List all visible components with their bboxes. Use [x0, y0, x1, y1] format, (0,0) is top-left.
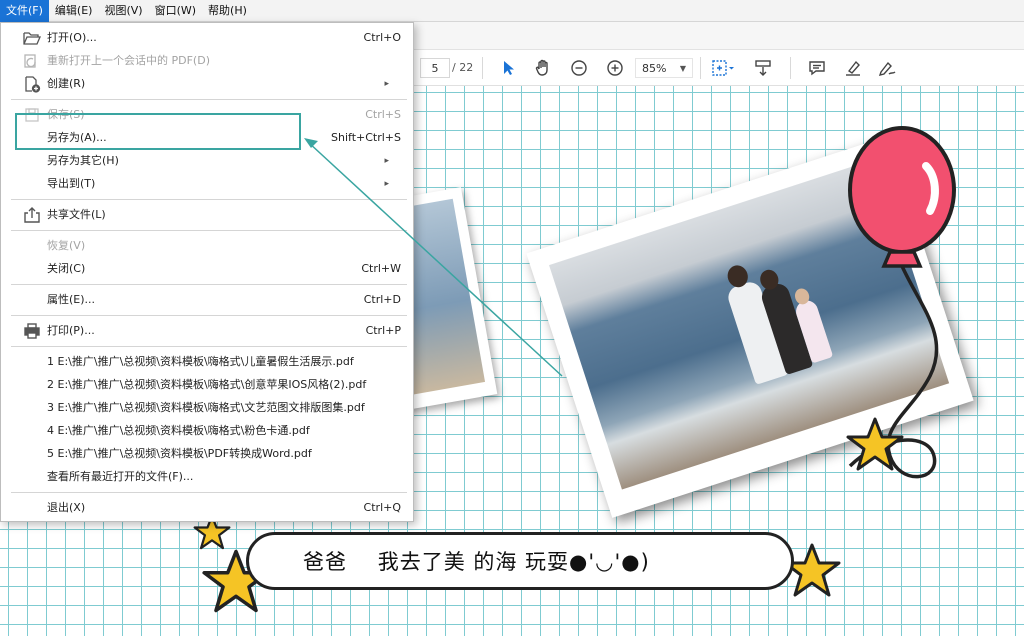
submenu-arrow-icon: ▸ — [384, 179, 389, 189]
menubar: 文件(F) 编辑(E) 视图(V) 窗口(W) 帮助(H) — [0, 0, 1024, 22]
hand-icon[interactable] — [532, 50, 554, 86]
recent-file-item[interactable]: 4 E:\推广\推广\总视频\资料模板\嗨格式\粉色卡通.pdf — [1, 420, 413, 442]
menu-item-view-all-recent[interactable]: 查看所有最近打开的文件(F)... — [1, 466, 413, 488]
menu-item-properties[interactable]: 属性(E)... Ctrl+D — [1, 289, 413, 311]
menu-divider — [11, 230, 407, 231]
comment-icon[interactable] — [806, 50, 828, 86]
recent-file-item[interactable]: 5 E:\推广\推广\总视频\资料模板\PDF转换成Word.pdf — [1, 443, 413, 465]
submenu-arrow-icon: ▸ — [384, 79, 389, 89]
toolbar-divider — [700, 57, 701, 79]
select-arrow-icon[interactable] — [498, 50, 520, 86]
menu-window[interactable]: 窗口(W) — [149, 0, 202, 22]
page-total: / 22 — [452, 61, 474, 74]
menu-item-open[interactable]: 打开(O)... Ctrl+O — [1, 27, 413, 49]
submenu-arrow-icon: ▸ — [384, 156, 389, 166]
menu-item-reopen[interactable]: 重新打开上一个会话中的 PDF(D) — [1, 50, 413, 72]
menu-edit[interactable]: 编辑(E) — [49, 0, 99, 22]
zoom-in-icon[interactable] — [604, 50, 626, 86]
recent-file-item[interactable]: 3 E:\推广\推广\总视频\资料模板\嗨格式\文艺范图文排版图集.pdf — [1, 397, 413, 419]
menu-divider — [11, 492, 407, 493]
page-fit-icon[interactable] — [708, 50, 738, 86]
star-icon — [846, 417, 904, 471]
zoom-out-icon[interactable] — [568, 50, 590, 86]
save-as-highlight-box — [15, 113, 301, 150]
share-icon — [23, 206, 41, 224]
folder-open-icon — [23, 29, 41, 47]
menu-item-exit[interactable]: 退出(X) Ctrl+Q — [1, 497, 413, 519]
menu-view[interactable]: 视图(V) — [98, 0, 148, 22]
menu-divider — [11, 199, 407, 200]
zoom-select[interactable]: 85% ▼ — [635, 58, 693, 78]
zoom-value: 85% — [642, 61, 667, 75]
photo-caption: 爸爸 我去了美 的海 玩耍●'◡'●) — [246, 532, 794, 590]
menu-divider — [11, 315, 407, 316]
menu-item-close[interactable]: 关闭(C) Ctrl+W — [1, 258, 413, 280]
sign-icon[interactable] — [876, 50, 898, 86]
menu-file[interactable]: 文件(F) — [0, 0, 49, 22]
menu-item-save-as-other[interactable]: 另存为其它(H) ▸ — [1, 150, 413, 172]
chevron-down-icon: ▼ — [679, 63, 686, 73]
printer-icon — [23, 322, 41, 340]
menu-divider — [11, 99, 407, 100]
menu-divider — [11, 346, 407, 347]
page-number-input[interactable]: 5 — [420, 58, 450, 78]
scroll-mode-icon[interactable] — [752, 50, 774, 86]
menu-item-share[interactable]: 共享文件(L) — [1, 204, 413, 226]
menu-help[interactable]: 帮助(H) — [202, 0, 253, 22]
reopen-pdf-icon — [23, 52, 41, 70]
caption-text: 爸爸 我去了美 的海 玩耍●'◡'●) — [303, 550, 650, 574]
toolbar-divider — [790, 57, 791, 79]
menu-item-print[interactable]: 打印(P)... Ctrl+P — [1, 320, 413, 342]
menu-item-export[interactable]: 导出到(T) ▸ — [1, 173, 413, 195]
menu-item-create[interactable]: 创建(R) ▸ — [1, 73, 413, 95]
highlight-icon[interactable] — [842, 50, 864, 86]
menu-item-restore[interactable]: 恢复(V) — [1, 235, 413, 257]
create-pdf-icon — [23, 75, 41, 93]
menu-divider — [11, 284, 407, 285]
recent-file-item[interactable]: 1 E:\推广\推广\总视频\资料模板\嗨格式\儿童暑假生活展示.pdf — [1, 351, 413, 373]
recent-file-item[interactable]: 2 E:\推广\推广\总视频\资料模板\嗨格式\创意苹果IOS风格(2).pdf — [1, 374, 413, 396]
file-menu-dropdown: 打开(O)... Ctrl+O 重新打开上一个会话中的 PDF(D) 创建(R)… — [0, 22, 414, 522]
toolbar-divider — [482, 57, 483, 79]
